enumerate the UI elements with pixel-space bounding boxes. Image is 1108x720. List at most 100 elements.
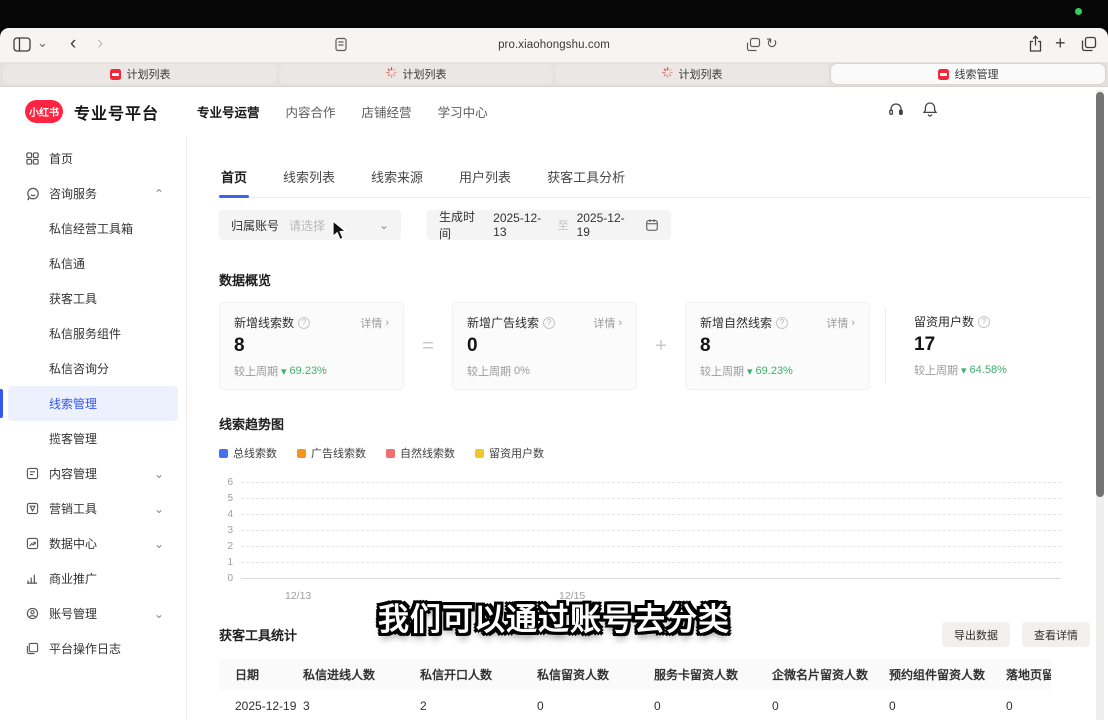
down-triangle-icon: ▾ xyxy=(281,365,287,378)
date-range-label: 生成时间 xyxy=(439,208,483,242)
arrow-right-icon: › xyxy=(385,317,389,329)
card-value: 17 xyxy=(914,334,1071,356)
recording-indicator-dot xyxy=(1075,8,1082,15)
legend-organic-leads[interactable]: 自然线索数 xyxy=(386,445,455,461)
sidebar-item-data-center[interactable]: 数据中心 ⌄ xyxy=(8,526,178,561)
gridline xyxy=(241,498,1061,499)
sidebar-item-dm-pass[interactable]: 私信通 xyxy=(8,246,178,281)
mouse-cursor xyxy=(332,220,348,242)
col-date: 日期 xyxy=(219,666,303,683)
sidebar-item-dm-toolbox[interactable]: 私信经营工具箱 xyxy=(8,211,178,246)
chart-legend: 总线索数 广告线索数 自然线索数 留资用户数 xyxy=(219,445,1090,461)
sidebar-item-label: 首页 xyxy=(49,150,73,167)
site-header: 小红书 专业号平台 专业号运营 内容合作 店铺经营 学习中心 xyxy=(0,87,1108,136)
date-range-picker[interactable]: 生成时间 2025-12-13 至 2025-12-19 xyxy=(427,210,671,240)
legend-retained-users[interactable]: 留资用户数 xyxy=(475,445,544,461)
new-tab-icon[interactable]: + xyxy=(1055,34,1066,52)
sidebar-item-consult-service[interactable]: 咨询服务 ⌃ xyxy=(8,176,178,211)
promotion-icon xyxy=(26,572,40,586)
y-tick: 1 xyxy=(219,557,233,568)
question-icon[interactable]: ? xyxy=(543,317,555,329)
arrow-right-icon: › xyxy=(851,317,855,329)
legend-total-leads[interactable]: 总线索数 xyxy=(219,445,277,461)
lead-tabs: 首页 线索列表 线索来源 用户列表 获客工具分析 xyxy=(219,161,1090,198)
sidebar-item-label: 私信通 xyxy=(49,255,85,272)
sidebar-item-label: 私信服务组件 xyxy=(49,325,121,342)
date-start-value: 2025-12-13 xyxy=(493,211,549,239)
browser-tab-3[interactable]: 计划列表 xyxy=(555,64,829,84)
sidebar-item-label: 揽客管理 xyxy=(49,430,97,447)
account-select-label: 归属账号 xyxy=(231,217,279,234)
arrow-right-icon: › xyxy=(618,317,622,329)
tab-lead-source[interactable]: 线索来源 xyxy=(369,161,425,197)
tab-lead-list[interactable]: 线索列表 xyxy=(281,161,337,197)
reload-icon[interactable]: ↻ xyxy=(766,36,778,50)
legend-swatch xyxy=(219,449,228,458)
site-nav: 专业号运营 内容合作 店铺经营 学习中心 xyxy=(197,102,488,121)
question-icon[interactable]: ? xyxy=(776,317,788,329)
trend-title: 线索趋势图 xyxy=(219,414,1090,433)
sidebar-item-label: 商业推广 xyxy=(49,570,97,587)
date-separator: 至 xyxy=(558,217,569,233)
table-row[interactable]: 2025-12-19 3 2 0 0 0 0 0 xyxy=(219,690,1051,720)
tab-user-list[interactable]: 用户列表 xyxy=(457,161,513,197)
xiaohongshu-logo[interactable]: 小红书 xyxy=(25,100,63,123)
browser-tab-1[interactable]: 计划列表 xyxy=(3,64,277,84)
sidebar-item-business-promotion[interactable]: 商业推广 xyxy=(8,561,178,596)
sidebar-item-marketing-tools[interactable]: 营销工具 ⌄ xyxy=(8,491,178,526)
scrollbar-thumb[interactable] xyxy=(1096,92,1104,497)
plus-operator: + xyxy=(637,302,685,390)
sidebar-item-dm-components[interactable]: 私信服务组件 xyxy=(8,316,178,351)
tab-home[interactable]: 首页 xyxy=(219,161,249,197)
col-booking-retained: 预约组件留资人数 xyxy=(889,666,1006,683)
legend-swatch xyxy=(386,449,395,458)
sidebar-item-content-management[interactable]: 内容管理 ⌄ xyxy=(8,456,178,491)
question-icon[interactable]: ? xyxy=(978,316,990,328)
sidebar-item-customer-management[interactable]: 揽客管理 xyxy=(8,421,178,456)
col-dm-retained: 私信留资人数 xyxy=(537,666,654,683)
nav-item-operation[interactable]: 专业号运营 xyxy=(197,102,260,121)
share-icon[interactable] xyxy=(1028,35,1043,53)
card-delta: 69.23% xyxy=(756,365,793,377)
question-icon[interactable]: ? xyxy=(298,317,310,329)
tab-strip: 计划列表 计划列表 计划列表 线索管理 xyxy=(0,62,1108,86)
page-copy-icon[interactable] xyxy=(746,37,761,52)
sidebar-item-lead-tools[interactable]: 获客工具 xyxy=(8,281,178,316)
xiaohongshu-favicon-icon xyxy=(110,69,121,80)
y-tick: 6 xyxy=(219,477,233,488)
bell-icon[interactable] xyxy=(922,101,938,123)
loading-spinner-icon xyxy=(662,67,673,81)
card-value: 8 xyxy=(234,335,389,357)
browser-toolbar: ⌄ ‹ › pro.xiaohongshu.com ↻ + xyxy=(0,28,1108,62)
detail-link[interactable]: 详情› xyxy=(360,315,389,331)
sidebar-item-dm-score[interactable]: 私信咨询分 xyxy=(8,351,178,386)
chat-icon xyxy=(26,187,40,201)
nav-item-learning[interactable]: 学习中心 xyxy=(438,102,488,121)
trend-chart: 6 5 4 3 2 1 0 12/13 12/15 xyxy=(219,474,1061,606)
sidebar-item-home[interactable]: 首页 xyxy=(8,141,178,176)
legend-swatch xyxy=(297,449,306,458)
nav-item-shop[interactable]: 店铺经营 xyxy=(362,102,412,121)
customer-service-icon[interactable] xyxy=(888,101,904,122)
account-select[interactable]: 归属账号 请选择 ⌄ xyxy=(219,210,401,240)
detail-link[interactable]: 详情› xyxy=(593,315,622,331)
table-header-row: 日期 私信进线人数 私信开口人数 私信留资人数 服务卡留资人数 企微名片留资人数… xyxy=(219,659,1051,690)
chevron-down-icon: ⌄ xyxy=(154,467,164,481)
gridline xyxy=(241,514,1061,515)
filter-bar: 归属账号 请选择 ⌄ 生成时间 2025-12-13 至 2025-12-19 xyxy=(219,210,1090,240)
chevron-down-icon: ⌄ xyxy=(154,502,164,516)
nav-item-content-coop[interactable]: 内容合作 xyxy=(286,102,336,121)
detail-link[interactable]: 详情› xyxy=(826,315,855,331)
tab-overview-icon[interactable] xyxy=(1081,36,1097,52)
legend-ad-leads[interactable]: 广告线索数 xyxy=(297,445,366,461)
chevron-down-icon: ⌄ xyxy=(154,537,164,551)
y-tick: 0 xyxy=(219,573,233,584)
browser-tab-4-active[interactable]: 线索管理 xyxy=(831,64,1105,84)
y-tick: 5 xyxy=(219,493,233,504)
browser-tab-2[interactable]: 计划列表 xyxy=(279,64,553,84)
card-value: 8 xyxy=(700,335,855,357)
sidebar-item-lead-management[interactable]: 线索管理 xyxy=(8,386,178,421)
address-bar[interactable]: pro.xiaohongshu.com xyxy=(0,28,1108,62)
date-end-value: 2025-12-19 xyxy=(577,211,633,239)
tab-lead-tool-analysis[interactable]: 获客工具分析 xyxy=(545,161,627,197)
